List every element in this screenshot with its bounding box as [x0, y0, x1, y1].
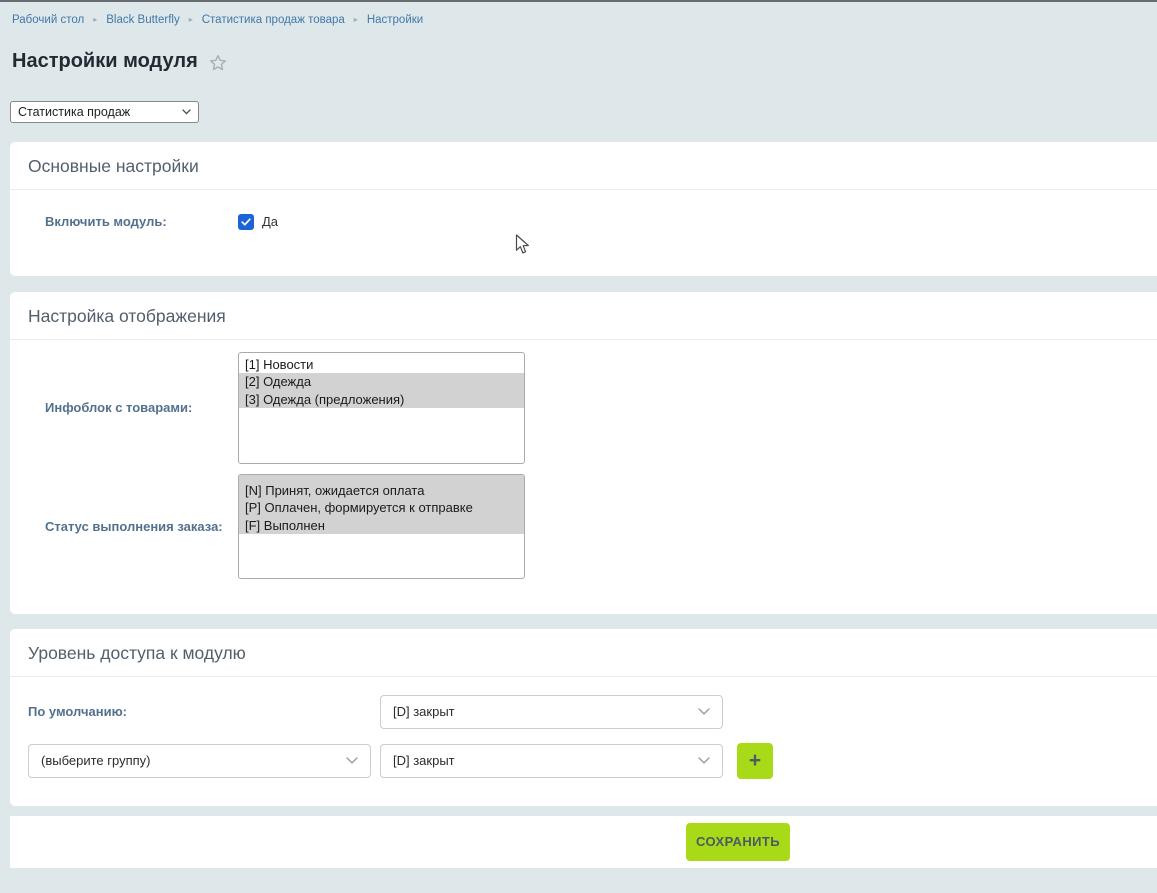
- listbox-option[interactable]: [N] Принят, ожидается оплата: [239, 482, 524, 500]
- section-title-general: Основные настройки: [10, 142, 1157, 190]
- breadcrumb-item[interactable]: Настройки: [367, 14, 423, 26]
- access-level-card: Уровень доступа к модулю По умолчанию: […: [10, 629, 1157, 806]
- breadcrumb-separator-icon: ▸: [189, 16, 193, 24]
- display-settings-card: Настройка отображения Инфоблок с товарам…: [10, 292, 1157, 614]
- section-title-access: Уровень доступа к модулю: [10, 629, 1157, 677]
- chevron-down-icon: [182, 109, 191, 115]
- breadcrumb-item[interactable]: Black Butterfly: [106, 14, 180, 26]
- chevron-down-icon: [698, 757, 710, 764]
- section-title-display: Настройка отображения: [10, 292, 1157, 340]
- default-access-select[interactable]: [D] закрыт: [380, 695, 723, 729]
- group-access-row: (выберите группу) [D] закрыт +: [10, 743, 1157, 806]
- top-border-strip: [0, 0, 1157, 2]
- save-bar: СОХРАНИТЬ: [10, 816, 1157, 868]
- breadcrumb: Рабочий стол ▸ Black Butterfly ▸ Статист…: [12, 14, 1157, 26]
- iblock-listbox[interactable]: [1] Новости [2] Одежда [3] Одежда (предл…: [238, 352, 525, 464]
- favorite-star-icon[interactable]: [209, 51, 227, 72]
- iblock-row: Инфоблок с товарами: [1] Новости [2] Оде…: [45, 352, 1157, 464]
- group-select[interactable]: (выберите группу): [28, 744, 371, 778]
- enable-module-checkbox[interactable]: [238, 214, 254, 230]
- listbox-option[interactable]: [1] Новости: [239, 356, 524, 374]
- order-status-row: Статус выполнения заказа: [N] Принят, ож…: [45, 474, 1157, 579]
- group-access-value: [D] закрыт: [393, 753, 455, 768]
- order-status-label: Статус выполнения заказа:: [45, 519, 238, 534]
- save-button[interactable]: СОХРАНИТЬ: [686, 823, 790, 861]
- listbox-option[interactable]: [F] Выполнен: [239, 517, 524, 535]
- breadcrumb-separator-icon: ▸: [354, 16, 358, 24]
- add-access-row-button[interactable]: +: [737, 743, 773, 779]
- enable-module-value: Да: [262, 214, 278, 229]
- check-icon: [240, 216, 252, 228]
- group-select-value: (выберите группу): [41, 753, 150, 768]
- listbox-option[interactable]: [3] Одежда (предложения): [239, 391, 524, 409]
- group-access-select[interactable]: [D] закрыт: [380, 744, 723, 778]
- listbox-option[interactable]: [P] Оплачен, формируется к отправке: [239, 499, 524, 517]
- iblock-label: Инфоблок с товарами:: [45, 400, 238, 415]
- breadcrumb-separator-icon: ▸: [93, 16, 97, 24]
- breadcrumb-item[interactable]: Рабочий стол: [12, 14, 84, 26]
- default-access-row: По умолчанию: [D] закрыт: [10, 695, 1157, 729]
- breadcrumb-item[interactable]: Статистика продаж товара: [202, 14, 345, 26]
- listbox-option[interactable]: [2] Одежда: [239, 373, 524, 391]
- module-select-value: Статистика продаж: [18, 105, 130, 119]
- enable-module-row: Включить модуль: Да: [10, 190, 1157, 276]
- order-status-listbox[interactable]: [N] Принят, ожидается оплата [P] Оплачен…: [238, 474, 525, 579]
- default-access-label: По умолчанию:: [28, 704, 380, 719]
- general-settings-card: Основные настройки Включить модуль: Да: [10, 142, 1157, 276]
- chevron-down-icon: [346, 757, 358, 764]
- enable-module-label: Включить модуль:: [45, 214, 238, 229]
- plus-icon: +: [749, 750, 761, 771]
- module-select[interactable]: Статистика продаж: [10, 101, 199, 123]
- page-title: Настройки модуля: [12, 50, 198, 73]
- default-access-value: [D] закрыт: [393, 704, 455, 719]
- chevron-down-icon: [698, 708, 710, 715]
